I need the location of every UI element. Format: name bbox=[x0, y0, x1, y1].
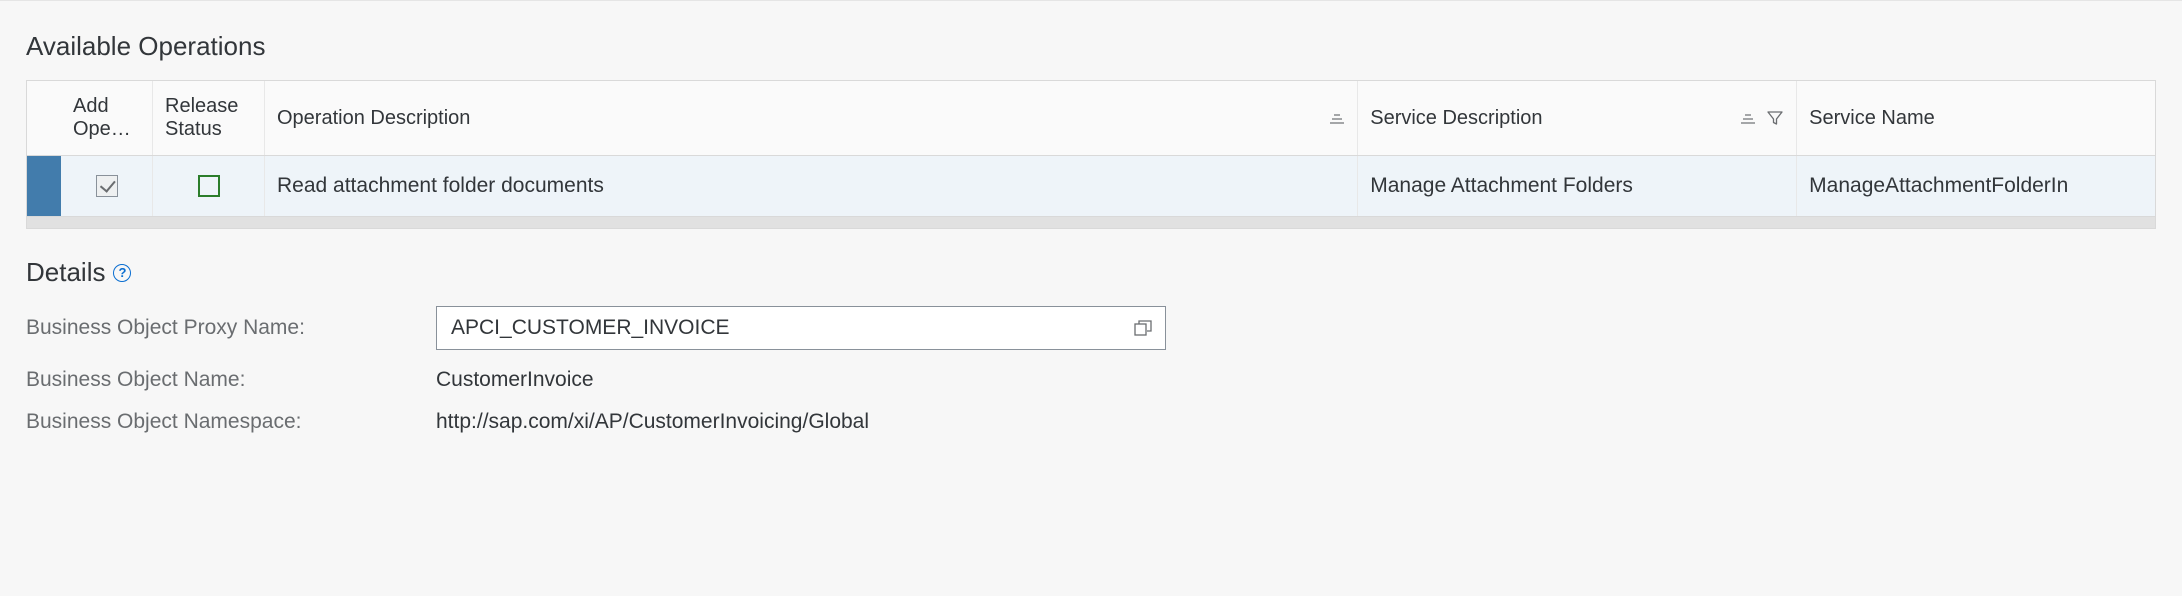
cell-op-desc-value: Read attachment folder documents bbox=[277, 174, 604, 198]
cell-release bbox=[153, 156, 265, 216]
help-icon[interactable]: ? bbox=[113, 264, 131, 282]
value-help-icon[interactable] bbox=[1121, 307, 1165, 349]
page: Available Operations Add Ope… Release St… bbox=[0, 0, 2182, 474]
filter-icon[interactable] bbox=[1766, 109, 1784, 127]
value-bo-ns: http://sap.com/xi/AP/CustomerInvoicing/G… bbox=[436, 410, 1326, 434]
column-header-release-label: Release Status bbox=[165, 95, 252, 141]
proxy-input-value: APCI_CUSTOMER_INVOICE bbox=[437, 316, 1121, 340]
release-status-icon bbox=[198, 175, 220, 197]
cell-svc-desc: Manage Attachment Folders bbox=[1358, 156, 1797, 216]
column-header-svc-name[interactable]: Service Name bbox=[1797, 81, 2155, 155]
column-header-add[interactable]: Add Ope… bbox=[61, 81, 153, 155]
column-selector bbox=[27, 81, 61, 155]
operations-table: Add Ope… Release Status Operation Descri… bbox=[26, 80, 2156, 217]
checkbox-add[interactable] bbox=[96, 175, 118, 197]
section-title-details-label: Details bbox=[26, 257, 105, 288]
section-title-details: Details ? bbox=[26, 257, 2156, 288]
horizontal-scrollbar[interactable] bbox=[26, 217, 2156, 229]
column-header-release[interactable]: Release Status bbox=[153, 81, 265, 155]
table-row[interactable]: Read attachment folder documents Manage … bbox=[27, 156, 2155, 216]
cell-svc-name: ManageAttachmentFolderIn bbox=[1797, 156, 2155, 216]
value-bo-name: CustomerInvoice bbox=[436, 368, 1326, 392]
field-proxy-wrapper: APCI_CUSTOMER_INVOICE bbox=[436, 306, 1326, 350]
section-title-operations: Available Operations bbox=[26, 31, 2156, 62]
cell-svc-desc-value: Manage Attachment Folders bbox=[1370, 174, 1633, 198]
column-header-svc-desc-label: Service Description bbox=[1370, 107, 1542, 130]
sort-asc-icon[interactable] bbox=[1329, 111, 1345, 125]
cell-add[interactable] bbox=[61, 156, 153, 216]
details-form: Business Object Proxy Name: APCI_CUSTOME… bbox=[26, 306, 1326, 434]
column-header-svc-desc[interactable]: Service Description bbox=[1358, 81, 1797, 155]
cell-op-desc: Read attachment folder documents bbox=[265, 156, 1358, 216]
sort-asc-icon[interactable] bbox=[1740, 111, 1756, 125]
label-proxy: Business Object Proxy Name: bbox=[26, 316, 416, 340]
row-select-indicator[interactable] bbox=[27, 156, 61, 216]
label-bo-name: Business Object Name: bbox=[26, 368, 416, 392]
column-header-op-desc-label: Operation Description bbox=[277, 107, 470, 130]
column-header-svc-name-label: Service Name bbox=[1809, 107, 1935, 130]
cell-svc-name-value: ManageAttachmentFolderIn bbox=[1809, 174, 2068, 198]
table-header: Add Ope… Release Status Operation Descri… bbox=[27, 81, 2155, 156]
proxy-input[interactable]: APCI_CUSTOMER_INVOICE bbox=[436, 306, 1166, 350]
label-bo-ns: Business Object Namespace: bbox=[26, 410, 416, 434]
column-header-add-label: Add Ope… bbox=[73, 95, 140, 141]
column-header-op-desc[interactable]: Operation Description bbox=[265, 81, 1358, 155]
